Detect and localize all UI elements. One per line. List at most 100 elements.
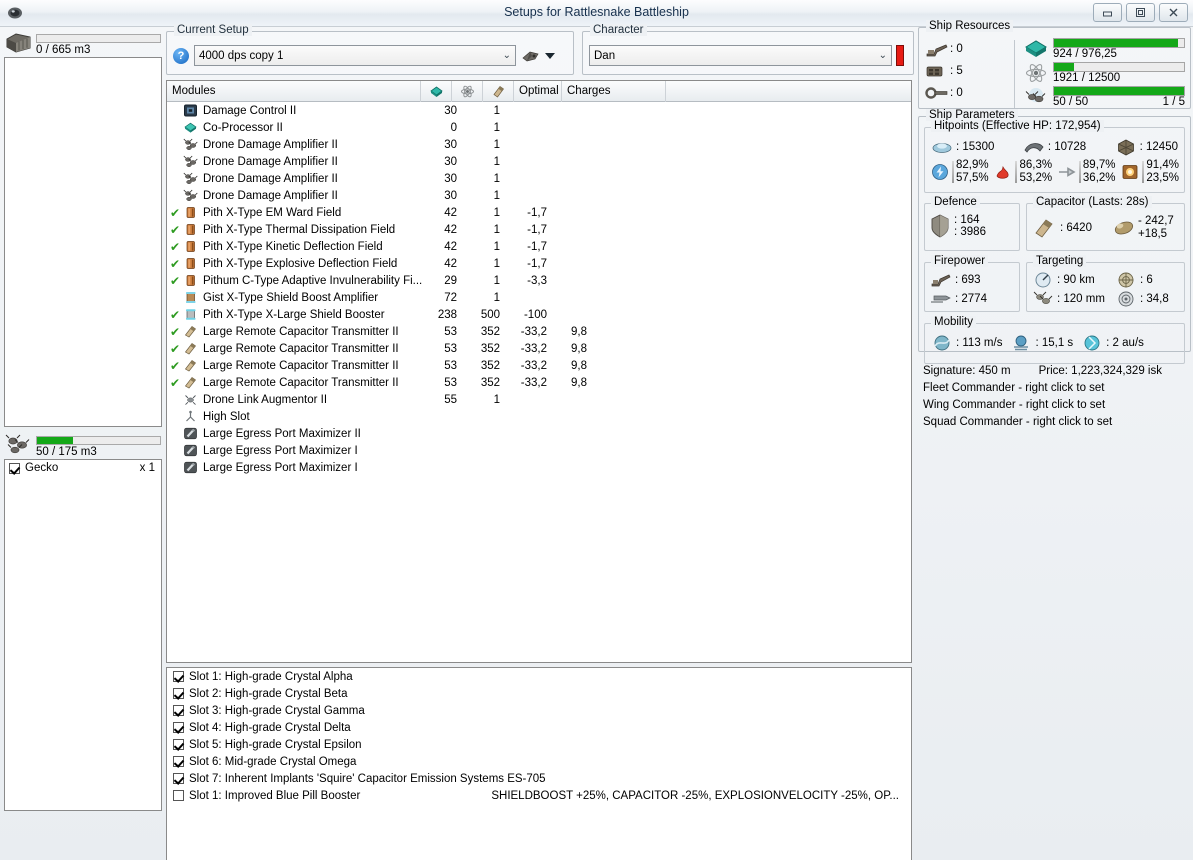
list-item[interactable]: Slot 1: Improved Blue Pill Booster SHIELD…	[167, 787, 911, 804]
close-button[interactable]	[1159, 3, 1188, 22]
module-cpu: 29	[444, 274, 457, 287]
velocity-value: : 113 m/s	[956, 336, 1003, 349]
modules-column-header[interactable]: Modules	[167, 80, 421, 102]
setup-select[interactable]: 4000 dps copy 1 ⌄	[194, 45, 516, 66]
table-row[interactable]: High Slot	[167, 408, 911, 425]
table-row[interactable]: Drone Damage Amplifier II 30 1	[167, 153, 911, 170]
module-pg: 1	[493, 121, 500, 134]
list-item[interactable]: Slot 2: High-grade Crystal Beta	[167, 685, 911, 702]
table-row[interactable]: Large Egress Port Maximizer II	[167, 425, 911, 442]
drone-capacity-label: 50 / 175 m3	[36, 446, 97, 458]
implant-checkbox[interactable]	[173, 790, 184, 801]
cpu-column-header[interactable]	[421, 80, 452, 102]
module-active-check-icon[interactable]: ✔	[167, 207, 183, 219]
fit-menu-chevron-down-icon[interactable]	[545, 52, 555, 59]
list-item[interactable]: Slot 5: High-grade Crystal Epsilon	[167, 736, 911, 753]
implant-checkbox[interactable]	[173, 722, 184, 733]
list-item[interactable]: Gecko x 1	[5, 460, 161, 476]
module-pg: 1	[493, 274, 500, 287]
module-active-check-icon[interactable]: ✔	[167, 360, 183, 372]
table-row[interactable]: ✔ Pith X-Type Thermal Dissipation Field 42…	[167, 221, 911, 238]
ward-field-icon	[183, 206, 200, 220]
table-row[interactable]: ✔ Large Remote Capacitor Transmitter II 53…	[167, 357, 911, 374]
powergrid-column-header[interactable]	[452, 80, 483, 102]
table-row[interactable]: Gist X-Type Shield Boost Amplifier 72 1	[167, 289, 911, 306]
module-active-check-icon[interactable]: ✔	[167, 326, 183, 338]
table-row[interactable]: Large Egress Port Maximizer I	[167, 442, 911, 459]
launcher-slot-icon	[924, 62, 950, 81]
ward-field-icon	[183, 274, 200, 288]
table-row[interactable]: Drone Damage Amplifier II 30 1	[167, 187, 911, 204]
charges-column-header[interactable]: Charges	[562, 80, 666, 102]
module-active-check-icon[interactable]: ✔	[167, 241, 183, 253]
fleet-commander-label[interactable]: Fleet Commander - right click to set	[923, 380, 1186, 397]
implant-checkbox[interactable]	[173, 671, 184, 682]
table-row[interactable]: Drone Damage Amplifier II 30 1	[167, 170, 911, 187]
table-row[interactable]: ✔ Pith X-Type EM Ward Field 42 1 -1,7	[167, 204, 911, 221]
table-row[interactable]: ✔ Pith X-Type X-Large Shield Booster 238 50…	[167, 306, 911, 323]
table-row[interactable]: Drone Damage Amplifier II 30 1	[167, 136, 911, 153]
table-row[interactable]: Large Egress Port Maximizer I	[167, 459, 911, 476]
cargo-capacity-meter	[36, 34, 161, 43]
module-active-check-icon[interactable]: ✔	[167, 258, 183, 270]
chevron-down-icon: ⌄	[878, 50, 887, 61]
implant-checkbox[interactable]	[173, 756, 184, 767]
modules-list[interactable]: Modules Optimal Charges Damage Control I…	[166, 80, 912, 663]
list-item[interactable]: Slot 7: Inherent Implants 'Squire' Capac…	[167, 770, 911, 787]
table-row[interactable]: Damage Control II 30 1	[167, 102, 911, 119]
wing-commander-label[interactable]: Wing Commander - right click to set	[923, 397, 1186, 414]
ship-resources-legend: Ship Resources	[926, 20, 1014, 32]
module-name: Large Remote Capacitor Transmitter II	[203, 359, 399, 372]
table-row[interactable]: ✔ Large Remote Capacitor Transmitter II 53…	[167, 323, 911, 340]
drone-bay-list[interactable]: Gecko x 1	[4, 459, 162, 811]
module-active-check-icon[interactable]: ✔	[167, 275, 183, 287]
table-row[interactable]: Drone Link Augmentor II 55 1	[167, 391, 911, 408]
table-row[interactable]: ✔ Large Remote Capacitor Transmitter II 53…	[167, 340, 911, 357]
minimize-button[interactable]	[1093, 3, 1122, 22]
capacitor-delta-negative: - 242,7	[1137, 215, 1174, 227]
module-active-check-icon[interactable]: ✔	[167, 224, 183, 236]
module-cpu: 238	[437, 308, 457, 321]
defence-group: Defence : 164 : 3986	[924, 196, 1020, 251]
drone-checkbox[interactable]	[9, 462, 20, 474]
table-row[interactable]: ✔ Pithum C-Type Adaptive Invulnerability …	[167, 272, 911, 289]
implant-checkbox[interactable]	[173, 773, 184, 784]
module-active-check-icon[interactable]: ✔	[167, 309, 183, 321]
cargo-bay-list[interactable]	[4, 57, 162, 427]
module-name: Pith X-Type EM Ward Field	[203, 206, 342, 219]
list-item[interactable]: Slot 4: High-grade Crystal Delta	[167, 719, 911, 736]
module-cpu: 53	[444, 325, 457, 338]
module-cpu: 53	[444, 342, 457, 355]
table-row[interactable]: Co-Processor II 0 1	[167, 119, 911, 136]
table-row[interactable]: ✔ Pith X-Type Explosive Deflection Field 4…	[167, 255, 911, 272]
boosters-implants-list[interactable]: Slot 1: High-grade Crystal Alpha Slot 2: …	[166, 667, 912, 860]
character-select[interactable]: Dan ⌄	[589, 45, 892, 66]
targeting-range-value: : 90 km	[1057, 273, 1095, 286]
implant-checkbox[interactable]	[173, 739, 184, 750]
list-item[interactable]: Slot 6: Mid-grade Crystal Omega	[167, 753, 911, 770]
setup-value: 4000 dps copy 1	[199, 49, 284, 62]
turret-slot-row: : 0	[924, 38, 1006, 60]
module-cpu: 30	[444, 104, 457, 117]
module-pg: 1	[493, 393, 500, 406]
optimal-column-header[interactable]: Optimal	[514, 80, 562, 102]
list-item[interactable]: Slot 1: High-grade Crystal Alpha	[167, 668, 911, 685]
table-row[interactable]: ✔ Pith X-Type Kinetic Deflection Field 42 1…	[167, 238, 911, 255]
help-icon[interactable]: ?	[173, 47, 189, 64]
module-name: Drone Damage Amplifier II	[203, 172, 338, 185]
table-row[interactable]: ✔ Large Remote Capacitor Transmitter II 53…	[167, 374, 911, 391]
module-active-check-icon[interactable]: ✔	[167, 377, 183, 389]
resource-bars: 924 / 976,25 1921 / 12500 50 / 50 1 / 5	[1023, 38, 1185, 110]
implant-checkbox[interactable]	[173, 688, 184, 699]
list-item[interactable]: Slot 3: High-grade Crystal Gamma	[167, 702, 911, 719]
module-active-check-icon[interactable]: ✔	[167, 343, 183, 355]
capacitor-column-header[interactable]	[483, 80, 514, 102]
volley-icon	[930, 290, 952, 308]
squad-commander-label[interactable]: Squad Commander - right click to set	[923, 414, 1186, 431]
ship-icon[interactable]	[521, 48, 540, 64]
ship-footer-info: Signature: 450 m Price: 1,223,324,329 is…	[918, 359, 1191, 431]
implant-checkbox[interactable]	[173, 705, 184, 716]
maximize-button[interactable]	[1126, 3, 1155, 22]
cargo-bay-header: 0 / 665 m3	[2, 29, 163, 56]
shield-hp-item: : 15300	[931, 138, 994, 156]
